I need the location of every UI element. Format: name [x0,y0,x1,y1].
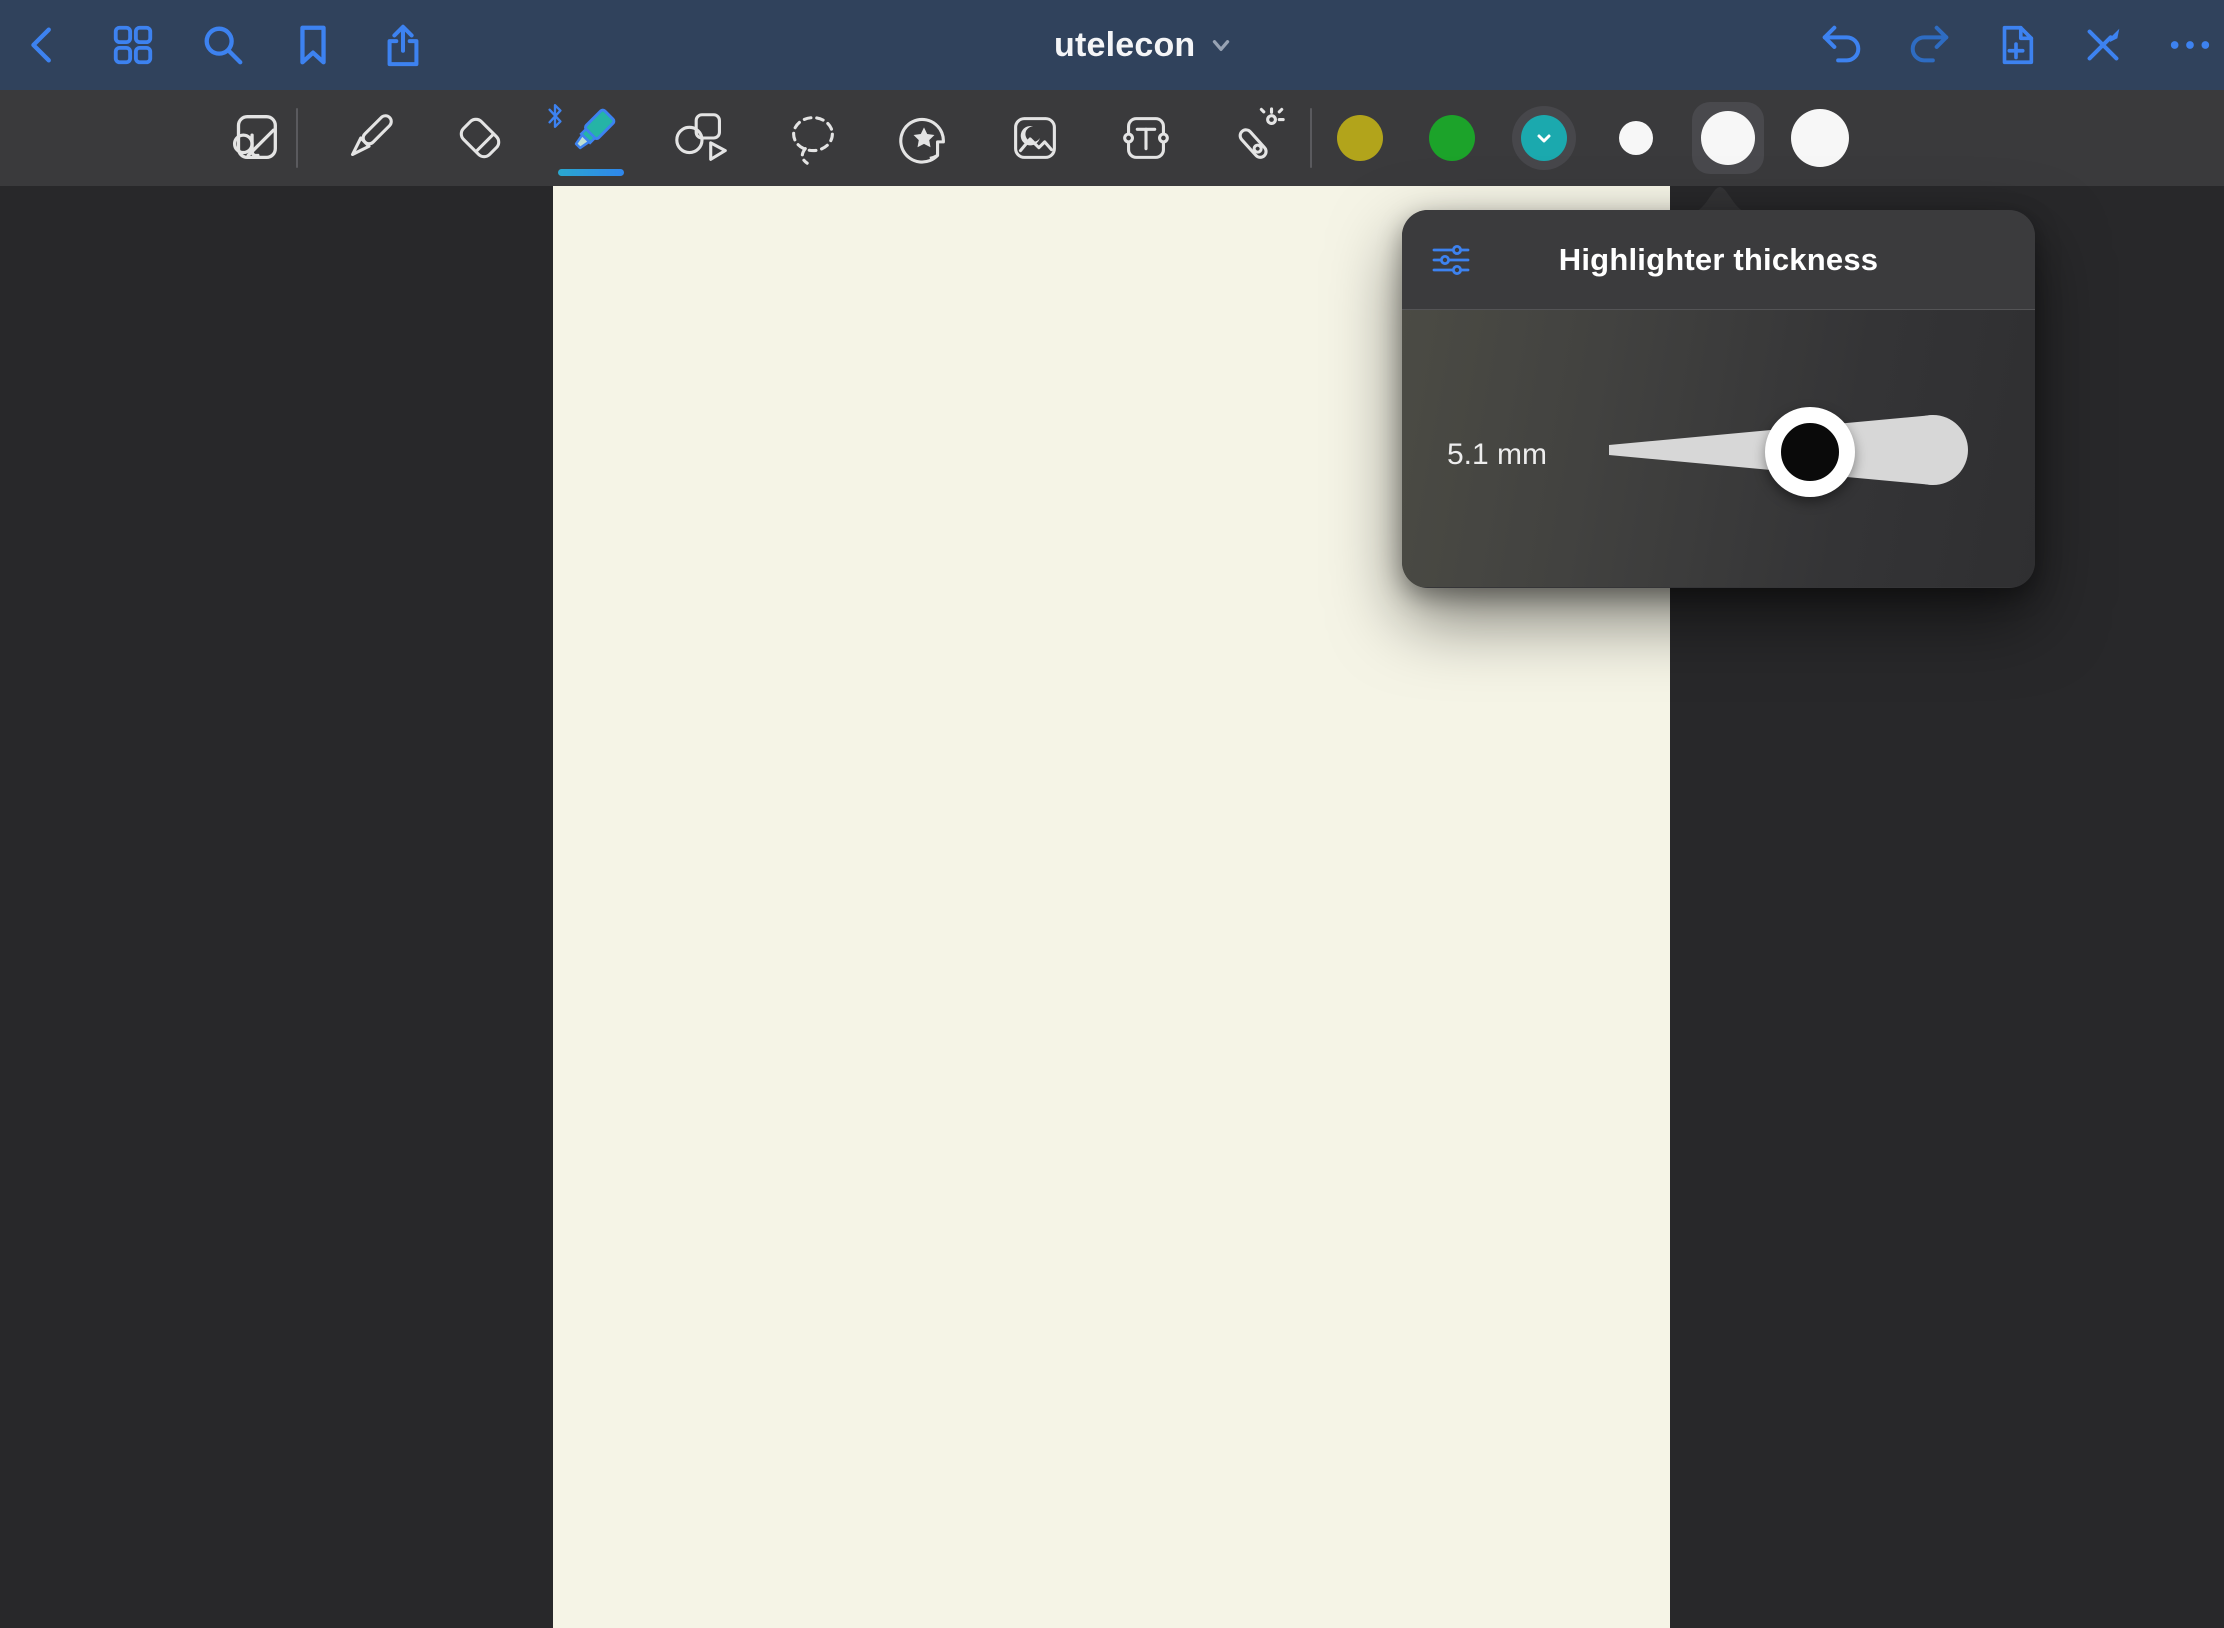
more-ellipsis-icon [2167,22,2213,68]
pen-icon [338,107,400,169]
redo-button[interactable] [1899,13,1959,77]
color-swatch-teal-selected[interactable] [1507,98,1581,178]
tool-elements[interactable] [887,98,961,178]
title-chevron-down-icon [1209,33,1233,57]
stop-writing-icon [2080,22,2126,68]
tool-text[interactable] [1109,98,1183,178]
thumbnails-button[interactable] [101,13,165,77]
tool-image[interactable] [998,98,1072,178]
search-icon [200,22,246,68]
thickness-medium-dot [1701,111,1755,165]
thickness-large-dot [1791,109,1849,167]
tool-writing-mode[interactable] [217,98,291,178]
selected-tool-underline [558,169,624,176]
share-icon [380,22,426,68]
yellow-color-dot [1337,115,1383,161]
document-title: utelecon [1054,26,1195,65]
laser-pointer-icon [1226,107,1288,169]
bluetooth-icon [546,102,564,130]
top-navigation-bar: utelecon [0,0,2224,90]
thickness-preset-small[interactable] [1599,98,1673,178]
toolbar-divider-left [296,108,298,168]
add-page-icon [1993,22,2039,68]
tool-highlighter[interactable] [554,98,628,178]
shapes-icon [671,107,733,169]
thickness-small-dot [1619,121,1653,155]
add-page-button[interactable] [1986,13,2046,77]
back-button[interactable] [11,13,75,77]
highlighter-thickness-popover: Highlighter thickness 5.1 mm [1402,210,2035,588]
toolbar-divider-right [1310,108,1312,168]
image-icon [1004,107,1066,169]
elements-sticker-icon [893,107,955,169]
topbar-left-group [11,0,435,90]
redo-icon [1906,22,1952,68]
sliders-icon [1432,244,1470,276]
thickness-preset-medium-selected[interactable] [1691,98,1765,178]
grid-view-icon [110,22,156,68]
undo-icon [1819,22,1865,68]
tool-eraser[interactable] [443,98,517,178]
popover-header: Highlighter thickness [1402,210,2035,310]
share-button[interactable] [371,13,435,77]
back-chevron-icon [20,22,66,68]
color-swatch-green[interactable] [1415,98,1489,178]
topbar-right-group [1812,0,2220,90]
thickness-value-label: 5.1 mm [1447,438,1547,472]
bookmark-button[interactable] [281,13,345,77]
tool-pen[interactable] [332,98,406,178]
text-icon [1115,107,1177,169]
thickness-preset-large[interactable] [1783,98,1857,178]
undo-button[interactable] [1812,13,1872,77]
tool-laser-pointer[interactable] [1220,98,1294,178]
search-button[interactable] [191,13,255,77]
document-title-menu[interactable]: utelecon [1054,0,1233,90]
tools-row [332,98,1294,178]
lasso-icon [782,107,844,169]
green-color-dot [1429,115,1475,161]
popover-title: Highlighter thickness [1559,242,1878,278]
bookmark-icon [290,22,336,68]
stop-writing-button[interactable] [2073,13,2133,77]
popover-body: 5.1 mm [1402,310,2035,587]
thickness-slider-knob[interactable] [1765,407,1855,497]
tool-shapes[interactable] [665,98,739,178]
swatch-chevron-down-icon [1534,128,1554,148]
more-options-button[interactable] [2160,13,2220,77]
highlighter-icon [560,107,622,169]
tool-lasso[interactable] [776,98,850,178]
color-swatch-yellow[interactable] [1323,98,1397,178]
writing-mode-icon [223,107,285,169]
eraser-icon [449,107,511,169]
tool-bar [0,90,2224,186]
goodnotes-window: utelecon [0,0,2224,1628]
swatch-row [1323,98,1857,178]
